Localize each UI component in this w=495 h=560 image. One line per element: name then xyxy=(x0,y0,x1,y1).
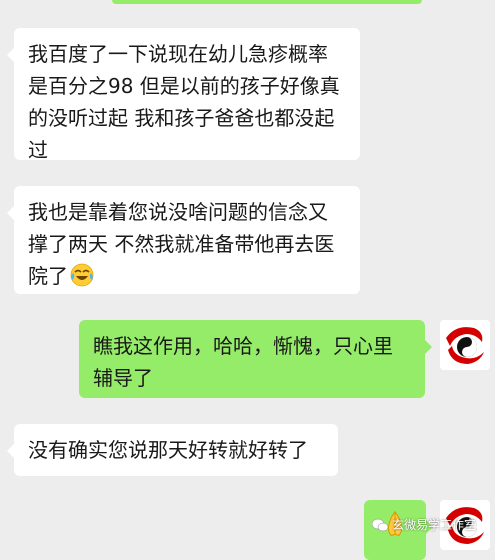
received-message-bubble[interactable]: 我百度了一下说现在幼儿急疹概率是百分之98 但是以前的孩子好像真的没听过起 我和… xyxy=(7,28,360,162)
watermark: 玄微易学工作室 xyxy=(372,516,476,533)
watermark-text: 玄微易学工作室 xyxy=(392,518,477,532)
face-with-tears-of-joy-icon xyxy=(70,263,94,287)
avatar[interactable] xyxy=(440,320,490,370)
message-text: 瞧我这作用，哈哈，惭愧，只心里辅导了 xyxy=(93,334,393,390)
previous-sent-bubble-edge xyxy=(112,0,422,4)
message-text: 我百度了一下说现在幼儿急疹概率是百分之98 但是以前的孩子好像真的没听过起 我和… xyxy=(28,42,340,162)
message-text: 没有确实您说那天好转就好转了 xyxy=(28,438,308,462)
received-message-bubble[interactable]: 没有确实您说那天好转就好转了 xyxy=(7,424,338,476)
yin-yang-dragon-logo-icon xyxy=(446,327,484,364)
received-message-bubble[interactable]: 我也是靠着您说没啥问题的信念又撑了两天 不然我就准备带他再去医院了 xyxy=(7,186,360,294)
wechat-icon xyxy=(372,518,388,531)
sent-message-bubble[interactable]: 瞧我这作用，哈哈，惭愧，只心里辅导了 xyxy=(79,320,432,398)
